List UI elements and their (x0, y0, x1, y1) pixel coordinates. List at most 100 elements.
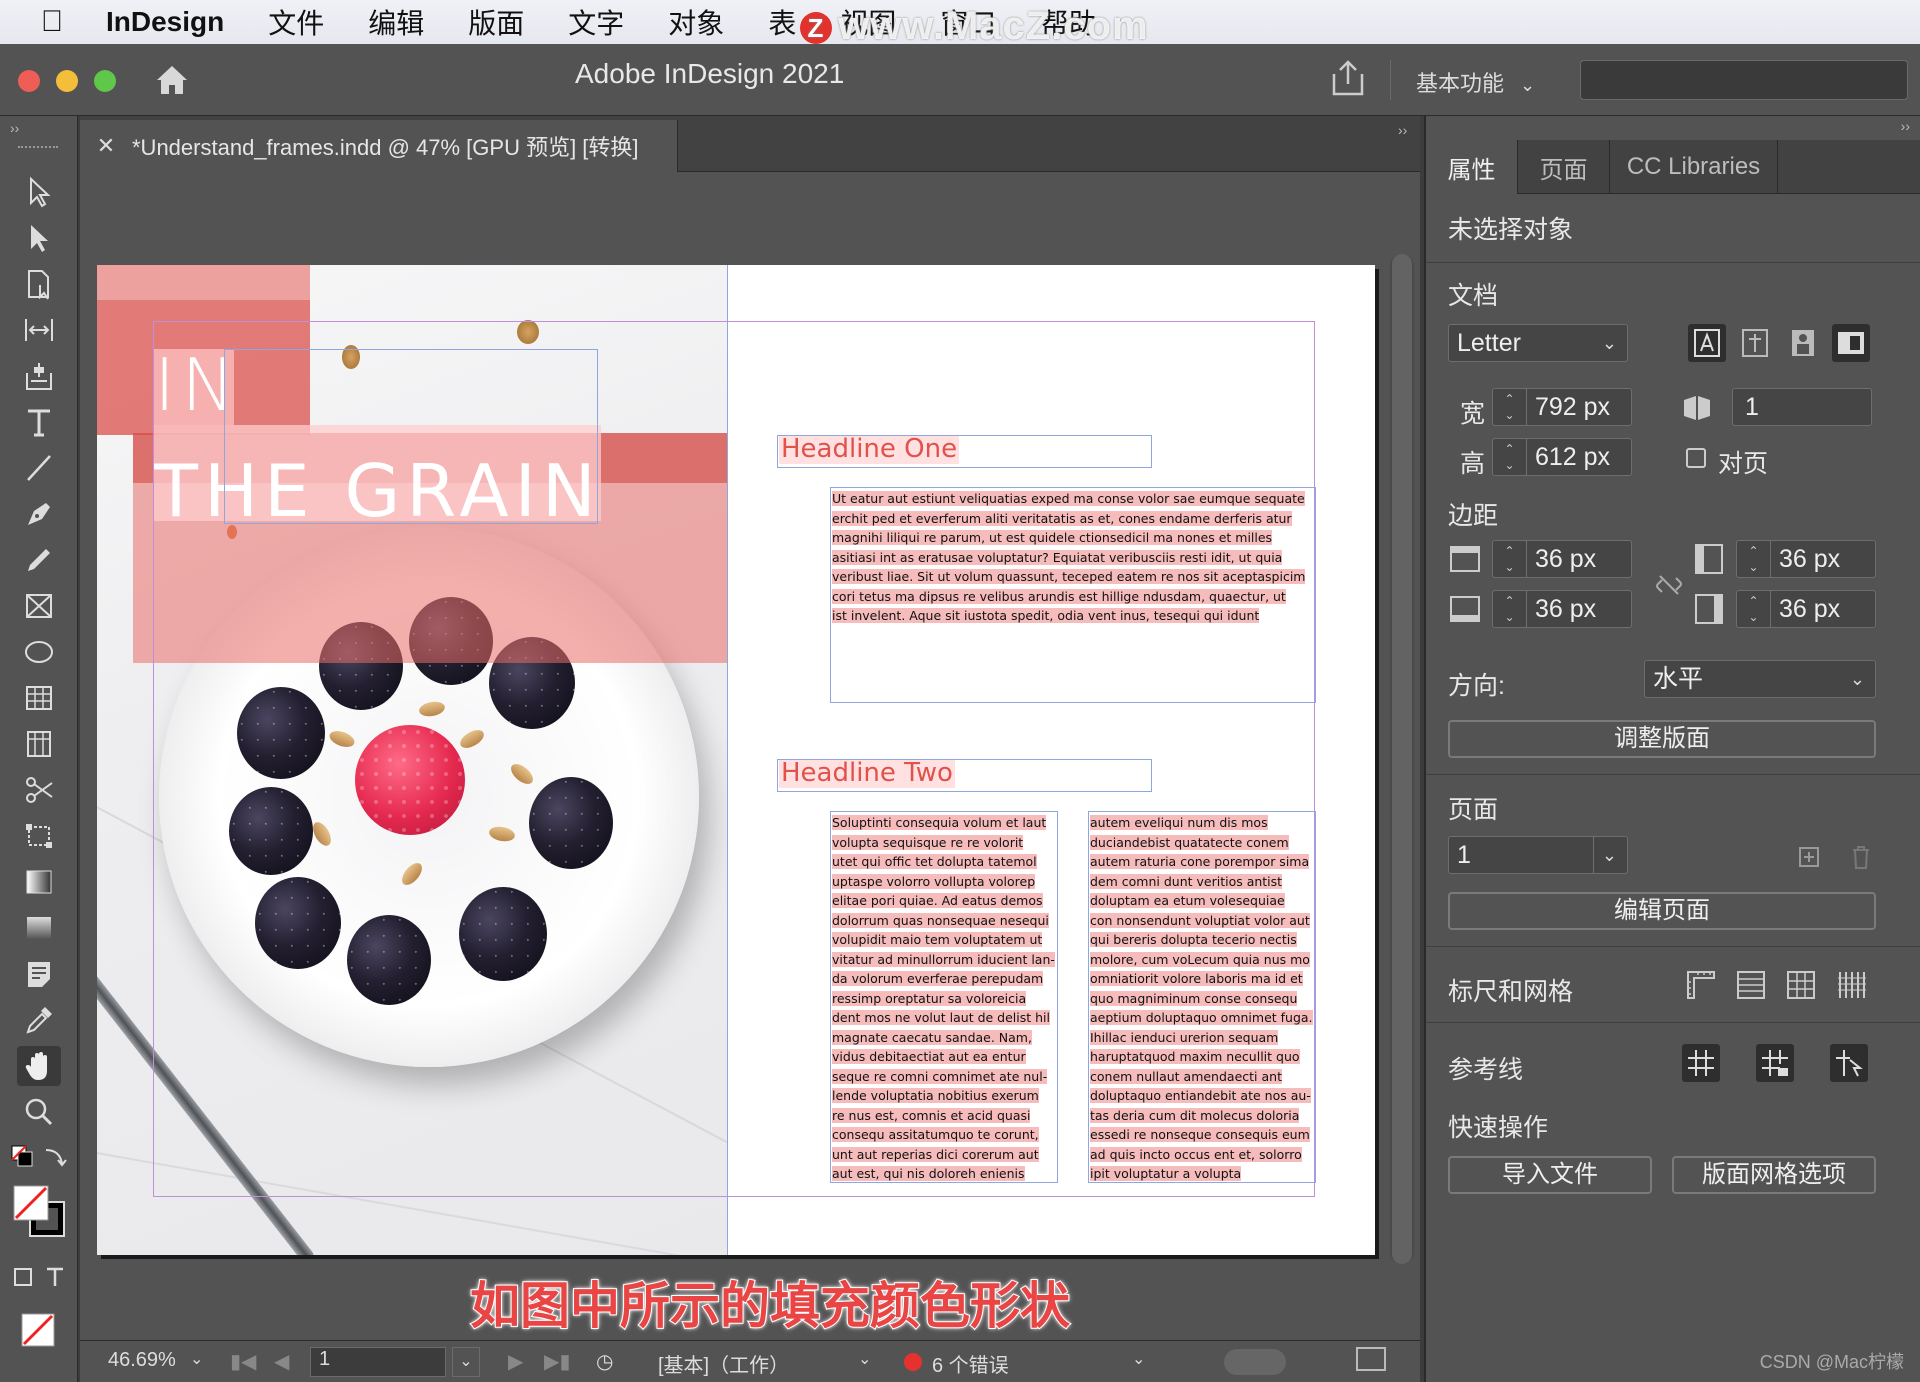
headline-one-frame[interactable] (777, 435, 1152, 468)
show-guides-icon[interactable] (1682, 1044, 1720, 1082)
text-frame-outline[interactable] (224, 349, 598, 524)
menu-layout[interactable]: 版面 (468, 2, 524, 42)
ellipse-tool-icon[interactable] (17, 632, 61, 672)
portrait-icon[interactable] (1784, 324, 1822, 362)
menu-object[interactable]: 对象 (668, 2, 724, 42)
panel-grip[interactable] (18, 146, 58, 152)
zoom-level[interactable]: 46.69% (108, 1349, 176, 1372)
body-two-col2-text[interactable]: autem eveliqui num dis mos duciandebist … (1090, 813, 1316, 1184)
error-count[interactable]: 6 个错误 (932, 1349, 1009, 1378)
preflight-clock-icon[interactable]: ◷ (596, 1349, 613, 1374)
tab-cc-libraries[interactable]: CC Libraries (1610, 140, 1778, 194)
fill-stroke-swatch[interactable] (10, 1182, 70, 1242)
stepper-icon[interactable]: ⌃⌄ (1493, 439, 1527, 475)
collapse-panels-icon[interactable]: ›› (1398, 122, 1407, 138)
menu-table[interactable]: 表 (768, 2, 796, 42)
swap-colors-icon[interactable] (40, 1142, 70, 1172)
selection-tool-icon[interactable] (17, 172, 61, 212)
hand-tool-icon[interactable] (17, 1046, 61, 1086)
close-tab-icon[interactable]: ✕ (80, 133, 132, 159)
formatting-container-icon[interactable] (8, 1262, 38, 1292)
stepper-icon[interactable]: ⌃⌄ (1493, 541, 1527, 577)
lock-guides-icon[interactable] (1756, 1044, 1794, 1082)
edit-page-button[interactable]: 编辑页面 (1448, 892, 1876, 930)
direct-selection-tool-icon[interactable] (17, 218, 61, 258)
landscape-icon[interactable] (1832, 324, 1870, 362)
smart-guides-icon[interactable] (1830, 1044, 1868, 1082)
height-field[interactable]: ⌃⌄612 px (1492, 438, 1632, 476)
pages-count-field[interactable]: 1 (1732, 388, 1872, 426)
headline-two-frame[interactable] (777, 759, 1152, 792)
gap-tool-icon[interactable] (17, 310, 61, 350)
menu-edit[interactable]: 编辑 (368, 2, 424, 42)
collapse-panel-icon[interactable]: ›› (1901, 118, 1910, 134)
zoom-tool-icon[interactable] (17, 1092, 61, 1132)
close-window-button[interactable] (18, 70, 40, 92)
horizontal-scrollbar-thumb[interactable] (1224, 1349, 1286, 1375)
layout-grid-icon[interactable] (1832, 966, 1870, 1004)
type-tool-icon[interactable] (17, 402, 61, 442)
scissors-tool-icon[interactable] (17, 770, 61, 810)
default-colors-icon[interactable] (8, 1142, 38, 1172)
stepper-icon[interactable]: ⌃⌄ (1737, 541, 1771, 577)
page-size-dropdown[interactable]: Letter⌄ (1448, 324, 1628, 362)
search-input[interactable] (1580, 60, 1908, 100)
table-tool-icon[interactable] (17, 678, 61, 718)
margin-left-field[interactable]: ⌃⌄36 px (1736, 540, 1876, 578)
previous-page-icon[interactable]: ◀ (274, 1349, 289, 1374)
margin-bottom-field[interactable]: ⌃⌄36 px (1492, 590, 1632, 628)
formatting-text-icon[interactable] (40, 1262, 70, 1292)
vertical-scrollbar[interactable] (1390, 254, 1414, 1264)
share-icon[interactable] (1330, 58, 1366, 98)
document-grid-icon[interactable] (1782, 966, 1820, 1004)
layout-grid-options-button[interactable]: 版面网格选项 (1672, 1156, 1876, 1194)
body-two-col1-text[interactable]: Soluptinti consequia volum et laut volup… (832, 813, 1058, 1184)
tab-pages[interactable]: 页面 (1518, 140, 1610, 194)
line-tool-icon[interactable] (17, 448, 61, 488)
ruler-icon[interactable] (1682, 966, 1720, 1004)
page-select-dropdown[interactable]: 1⌄ (1448, 836, 1628, 874)
last-page-icon[interactable]: ▶▮ (544, 1349, 570, 1374)
errors-dropdown-icon[interactable]: ⌄ (1132, 1349, 1145, 1369)
apple-icon[interactable]:  (22, 5, 82, 39)
gradient-swatch-tool-icon[interactable] (17, 862, 61, 902)
home-icon[interactable] (152, 60, 192, 100)
profile-dropdown-icon[interactable]: ⌄ (858, 1349, 871, 1369)
next-page-icon[interactable]: ▶ (508, 1349, 523, 1374)
stepper-icon[interactable]: ⌃⌄ (1493, 389, 1527, 425)
page-number-field[interactable]: 1 (310, 1347, 446, 1377)
stepper-icon[interactable]: ⌃⌄ (1737, 591, 1771, 627)
margin-top-field[interactable]: ⌃⌄36 px (1492, 540, 1632, 578)
document-tab[interactable]: ✕ *Understand_frames.indd @ 47% [GPU 预览]… (80, 120, 678, 172)
import-file-button[interactable]: 导入文件 (1448, 1156, 1652, 1194)
pencil-tool-icon[interactable] (17, 540, 61, 580)
rectangle-frame-tool-icon[interactable] (17, 586, 61, 626)
page-dropdown-icon[interactable]: ⌄ (452, 1347, 480, 1377)
document-spread[interactable]: IN THE GRAIN Headline One Ut eatur aut e… (97, 265, 1375, 1255)
preflight-profile[interactable]: [基本]（工作） (658, 1349, 789, 1378)
zoom-window-button[interactable] (94, 70, 116, 92)
zoom-dropdown-icon[interactable]: ⌄ (190, 1349, 203, 1369)
menu-type[interactable]: 文字 (568, 2, 624, 42)
workspace-switcher[interactable]: 基本功能⌄ (1416, 66, 1535, 98)
scrollbar-thumb[interactable] (1392, 254, 1412, 1264)
delete-page-icon[interactable] (1842, 838, 1880, 876)
menu-file[interactable]: 文件 (268, 2, 324, 42)
split-window-icon[interactable] (1356, 1347, 1386, 1371)
vertical-text-frame-icon[interactable] (1736, 324, 1774, 362)
vertical-grid-tool-icon[interactable] (17, 724, 61, 764)
tab-properties[interactable]: 属性 (1426, 140, 1518, 194)
note-tool-icon[interactable] (17, 954, 61, 994)
pen-tool-icon[interactable] (17, 494, 61, 534)
minimize-window-button[interactable] (56, 70, 78, 92)
link-margins-icon[interactable] (1650, 566, 1688, 604)
stepper-icon[interactable]: ⌃⌄ (1493, 591, 1527, 627)
baseline-grid-icon[interactable] (1732, 966, 1770, 1004)
margin-right-field[interactable]: ⌃⌄36 px (1736, 590, 1876, 628)
free-transform-tool-icon[interactable] (17, 816, 61, 856)
page-tool-icon[interactable] (17, 264, 61, 304)
gradient-feather-tool-icon[interactable] (17, 908, 61, 948)
text-frame-icon[interactable] (1688, 324, 1726, 362)
width-field[interactable]: ⌃⌄792 px (1492, 388, 1632, 426)
add-page-icon[interactable] (1790, 838, 1828, 876)
